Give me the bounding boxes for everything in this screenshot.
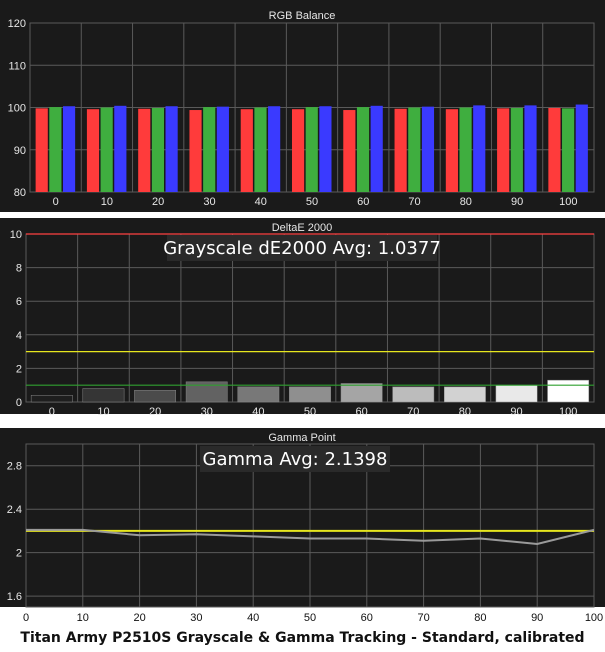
- x-tick-label: 50: [304, 612, 316, 624]
- bar-blue: [524, 105, 537, 192]
- grayscale-bar: [547, 379, 590, 403]
- x-tick-label: 60: [361, 612, 373, 624]
- grayscale-bar: [237, 386, 280, 403]
- bar-blue: [216, 106, 229, 192]
- y-tick-label: 90: [14, 145, 26, 157]
- y-tick-label: 6: [16, 296, 22, 308]
- x-tick-label: 90: [531, 612, 543, 624]
- bar-blue: [319, 106, 332, 192]
- x-tick-label: 70: [408, 196, 420, 208]
- x-tick-label: 50: [306, 196, 318, 208]
- y-tick-label: 10: [10, 229, 22, 241]
- x-tick-label: 60: [356, 406, 368, 418]
- y-tick-label: 2: [16, 363, 22, 375]
- bar-green: [459, 107, 472, 192]
- bar-green: [305, 107, 318, 192]
- annotation-text: Gamma Avg: 2.1398: [203, 449, 388, 470]
- bar-green: [100, 107, 113, 192]
- x-tick-label: 90: [510, 406, 522, 418]
- bar-red: [497, 108, 510, 192]
- x-tick-label: 0: [53, 196, 59, 208]
- bar-green: [562, 108, 575, 192]
- x-tick-label: 10: [97, 406, 109, 418]
- bar-red: [240, 109, 253, 192]
- x-tick-label: 80: [460, 196, 472, 208]
- x-tick-label: 80: [459, 406, 471, 418]
- bar-blue: [473, 105, 486, 192]
- y-tick-label: 0: [16, 397, 22, 409]
- bar-green: [254, 107, 267, 192]
- grayscale-bar: [82, 388, 125, 403]
- x-tick-label: 70: [407, 406, 419, 418]
- x-tick-label: 20: [133, 612, 145, 624]
- bar-blue: [575, 104, 588, 192]
- bar-green: [356, 107, 370, 192]
- y-tick-label: 110: [8, 60, 26, 72]
- bar-red: [343, 110, 356, 192]
- bar-red: [445, 109, 458, 192]
- bar-red: [394, 108, 407, 192]
- bar-red: [35, 108, 48, 192]
- bar-blue: [370, 105, 383, 192]
- y-tick-label: 100: [8, 103, 26, 115]
- bar-red: [548, 107, 561, 192]
- x-tick-label: 60: [357, 196, 369, 208]
- bar-red: [291, 109, 305, 192]
- x-tick-label: 30: [203, 196, 215, 208]
- x-tick-label: 0: [49, 406, 55, 418]
- bar-blue: [165, 106, 178, 192]
- x-tick-label: 90: [511, 196, 523, 208]
- bar-green: [151, 107, 165, 192]
- chart-canvas: RGB Balance80901001101200 10 20 30 40 50 60 70 8…: [0, 0, 605, 624]
- grayscale-bar: [444, 386, 486, 403]
- y-tick-label: 2: [16, 548, 22, 560]
- annotation-text: Grayscale dE2000 Avg: 1.0377: [163, 238, 441, 259]
- figure-caption: Titan Army P2510S Grayscale & Gamma Trac…: [20, 630, 585, 646]
- grayscale-bar: [134, 389, 176, 403]
- x-tick-label: 40: [252, 406, 264, 418]
- bar-blue: [62, 106, 76, 192]
- y-tick-label: 2.8: [7, 461, 22, 473]
- x-tick-label: 10: [77, 612, 89, 624]
- x-tick-label: 70: [417, 612, 429, 624]
- x-tick-label: 100: [559, 196, 577, 208]
- y-tick-label: 8: [16, 263, 22, 275]
- chart-title: RGB Balance: [269, 10, 336, 22]
- x-tick-label: 0: [23, 612, 29, 624]
- y-tick-label: 1.6: [7, 591, 22, 603]
- grayscale-bar: [30, 395, 73, 403]
- bar-blue: [421, 106, 435, 192]
- bar-red: [138, 108, 151, 192]
- x-tick-label: 100: [585, 612, 603, 624]
- x-tick-label: 50: [304, 406, 316, 418]
- bar-green: [203, 107, 216, 192]
- bar-red: [86, 109, 100, 192]
- bar-blue: [268, 106, 281, 192]
- bar-green: [408, 107, 421, 192]
- y-tick-label: 4: [16, 330, 22, 342]
- y-tick-label: 2.4: [7, 504, 22, 516]
- y-tick-label: 120: [8, 18, 26, 30]
- x-tick-label: 80: [474, 612, 486, 624]
- x-tick-label: 30: [201, 406, 213, 418]
- chart-title: Gamma Point: [268, 432, 335, 444]
- x-tick-label: 10: [101, 196, 113, 208]
- bar-blue: [114, 105, 127, 192]
- bar-red: [189, 110, 202, 192]
- grayscale-bar: [392, 386, 435, 403]
- bar-green: [510, 107, 523, 192]
- x-tick-label: 100: [559, 406, 577, 418]
- grayscale-bar: [495, 384, 538, 403]
- y-tick-label: 80: [14, 187, 26, 199]
- x-tick-label: 40: [255, 196, 267, 208]
- x-tick-label: 30: [190, 612, 202, 624]
- x-tick-label: 40: [247, 612, 259, 624]
- x-tick-label: 20: [149, 406, 161, 418]
- chart-title: DeltaE 2000: [272, 222, 333, 234]
- bar-green: [49, 107, 62, 192]
- grayscale-bar: [340, 383, 383, 403]
- grayscale-bar: [289, 386, 331, 403]
- x-tick-label: 20: [152, 196, 164, 208]
